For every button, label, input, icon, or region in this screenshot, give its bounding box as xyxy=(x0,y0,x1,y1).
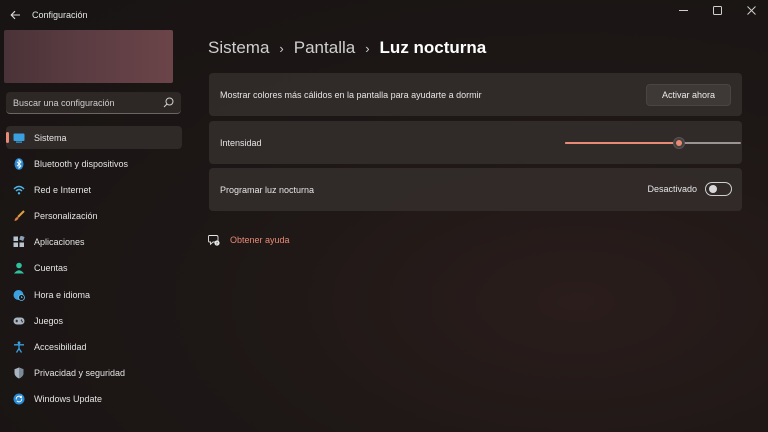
sidebar-item-accesibilidad[interactable]: Accesibilidad xyxy=(6,336,182,359)
schedule-toggle[interactable] xyxy=(705,182,732,196)
brush-icon xyxy=(13,210,25,222)
sidebar-item-windows-update[interactable]: Windows Update xyxy=(6,388,182,411)
close-button[interactable] xyxy=(734,0,768,20)
sidebar-item-sistema[interactable]: Sistema xyxy=(6,126,182,149)
sidebar-item-privacidad-seguridad[interactable]: Privacidad y seguridad xyxy=(6,362,182,385)
sidebar-item-label: Juegos xyxy=(34,315,64,326)
search-input[interactable] xyxy=(13,97,158,108)
toggle-knob xyxy=(709,185,717,193)
sidebar-item-label: Windows Update xyxy=(34,394,103,405)
close-icon xyxy=(746,5,756,15)
sidebar-item-label: Aplicaciones xyxy=(34,237,85,248)
sidebar-item-label: Privacidad y seguridad xyxy=(34,368,126,379)
globe-clock-icon xyxy=(13,289,25,301)
intensity-label: Intensidad xyxy=(220,137,262,148)
get-help-label: Obtener ayuda xyxy=(230,235,290,245)
warm-colors-label: Mostrar colores más cálidos en la pantal… xyxy=(220,89,482,100)
sidebar-item-label: Personalización xyxy=(34,211,98,222)
slider-fill xyxy=(565,142,680,144)
help-chat-icon: ? xyxy=(208,235,220,246)
title-bar: Configuración xyxy=(0,0,768,30)
search-box[interactable] xyxy=(6,92,181,114)
maximize-button[interactable] xyxy=(700,0,734,20)
chevron-right-icon: › xyxy=(365,40,370,56)
sidebar-item-personalizacion[interactable]: Personalización xyxy=(6,205,182,228)
breadcrumb: Sistema › Pantalla › Luz nocturna xyxy=(208,38,486,58)
back-arrow-icon xyxy=(9,10,20,20)
chevron-right-icon: › xyxy=(279,40,284,56)
bluetooth-icon xyxy=(13,157,25,170)
sidebar-item-label: Bluetooth y dispositivos xyxy=(34,158,129,169)
breadcrumb-sistema[interactable]: Sistema xyxy=(208,38,269,58)
wifi-icon xyxy=(13,184,25,196)
breadcrumb-pantalla[interactable]: Pantalla xyxy=(294,38,355,58)
sidebar-item-juegos[interactable]: Juegos xyxy=(6,309,182,332)
back-button[interactable] xyxy=(4,4,26,26)
intensity-slider[interactable] xyxy=(565,137,741,149)
schedule-card: Programar luz nocturna Desactivado xyxy=(209,168,742,211)
window-controls xyxy=(666,0,768,20)
sidebar-item-label: Cuentas xyxy=(34,263,68,274)
toggle-state-label: Desactivado xyxy=(647,184,697,194)
get-help-link[interactable]: ? Obtener ayuda xyxy=(208,234,290,246)
sidebar-item-aplicaciones[interactable]: Aplicaciones xyxy=(6,231,182,254)
sidebar-item-label: Red e Internet xyxy=(34,184,92,195)
window-title: Configuración xyxy=(32,10,88,20)
user-profile-card[interactable] xyxy=(4,30,173,83)
sidebar-item-label: Accesibilidad xyxy=(34,342,87,352)
monitor-icon xyxy=(13,132,25,144)
maximize-icon xyxy=(712,5,722,15)
slider-thumb[interactable] xyxy=(673,137,686,149)
activate-now-button[interactable]: Activar ahora xyxy=(646,84,731,106)
sidebar-item-label: Hora e idioma xyxy=(34,289,91,300)
page-title: Luz nocturna xyxy=(379,38,487,57)
sidebar-item-cuentas[interactable]: Cuentas xyxy=(6,257,182,280)
sidebar: Sistema Bluetooth y dispositivos Red e I… xyxy=(0,30,190,432)
minimize-button[interactable] xyxy=(666,0,700,20)
sidebar-item-red-internet[interactable]: Red e Internet xyxy=(6,178,182,201)
shield-icon xyxy=(13,367,25,379)
update-icon xyxy=(13,393,25,405)
gamepad-icon xyxy=(13,315,25,327)
apps-icon xyxy=(13,236,25,248)
sidebar-item-hora-idioma[interactable]: Hora e idioma xyxy=(6,283,182,306)
sidebar-nav: Sistema Bluetooth y dispositivos Red e I… xyxy=(6,126,182,414)
schedule-label: Programar luz nocturna xyxy=(220,184,315,195)
sidebar-item-bluetooth[interactable]: Bluetooth y dispositivos xyxy=(6,152,182,175)
warm-colors-card: Mostrar colores más cálidos en la pantal… xyxy=(209,73,742,116)
search-icon[interactable] xyxy=(163,97,174,108)
intensity-card: Intensidad xyxy=(209,121,742,164)
accessibility-icon xyxy=(13,341,25,353)
svg-text:?: ? xyxy=(216,241,218,245)
sidebar-item-label: Sistema xyxy=(34,132,67,143)
person-icon xyxy=(13,262,25,274)
minimize-icon xyxy=(678,9,688,11)
